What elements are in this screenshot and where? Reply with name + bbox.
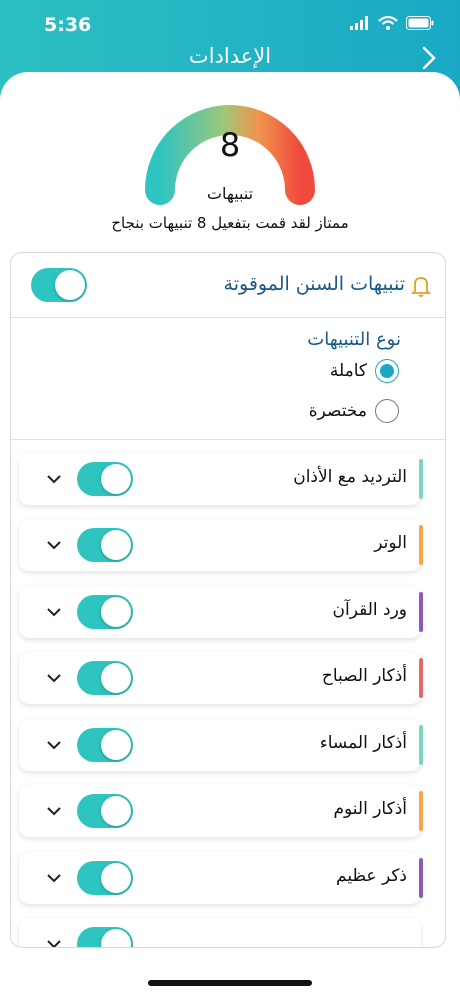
success-message: ممتاز لقد قمت بتفعيل 8 تنبيهات بنجاح — [111, 214, 349, 232]
item-color-bar — [419, 459, 423, 499]
radio-button[interactable] — [375, 399, 399, 423]
item-color-bar — [419, 725, 423, 765]
list-item[interactable]: ذكر عظيم — [19, 852, 423, 904]
item-toggle[interactable] — [77, 595, 133, 629]
bell-icon — [411, 277, 431, 297]
list-item-partial[interactable] — [19, 918, 421, 948]
status-icons — [350, 16, 434, 30]
divider — [11, 439, 445, 440]
settings-panel: تنبيهات السنن الموقوتة نوع التنبيهات كام… — [10, 252, 446, 948]
chevron-down-icon[interactable] — [47, 807, 61, 816]
radio-label-full: كاملة — [329, 361, 367, 381]
item-color-bar — [419, 658, 423, 698]
wifi-icon — [378, 16, 398, 30]
item-label: ذكر عظيم — [336, 866, 407, 886]
item-label: أذكار النوم — [333, 799, 407, 819]
chevron-down-icon[interactable] — [47, 475, 61, 484]
list-item[interactable]: أذكار المساء — [19, 719, 423, 771]
toggle-knob — [101, 530, 131, 560]
toggle-knob — [101, 663, 131, 693]
radio-button-selected[interactable] — [375, 359, 399, 383]
chevron-down-icon[interactable] — [47, 940, 61, 948]
cellular-icon — [350, 16, 368, 30]
item-toggle[interactable] — [77, 728, 133, 762]
item-label: ورد القرآن — [332, 600, 407, 620]
status-time: 5:36 — [44, 14, 92, 36]
home-indicator — [148, 980, 312, 986]
radio-option-full[interactable]: كاملة — [330, 359, 399, 383]
alerts-type-title: نوع التنبيهات — [307, 329, 401, 350]
back-chevron-icon[interactable] — [418, 44, 438, 72]
radio-option-short[interactable]: مختصرة — [309, 399, 399, 423]
section-header: تنبيهات السنن الموقوتة — [11, 253, 445, 318]
toggle-knob — [101, 464, 131, 494]
item-label: أذكار الصباح — [321, 666, 407, 686]
item-color-bar — [419, 592, 423, 632]
item-color-bar — [419, 525, 423, 565]
list-item[interactable]: أذكار الصباح — [19, 652, 423, 704]
item-toggle[interactable] — [77, 927, 133, 947]
list-item[interactable]: الوتر — [19, 519, 423, 571]
battery-icon — [406, 16, 434, 30]
chevron-down-icon[interactable] — [47, 741, 61, 750]
page-title: الإعدادات — [188, 44, 272, 68]
list-item[interactable]: ورد القرآن — [19, 586, 423, 638]
item-toggle[interactable] — [77, 794, 133, 828]
section-title: تنبيهات السنن الموقوتة — [223, 273, 405, 295]
item-label: الوتر — [374, 533, 407, 553]
toggle-knob — [55, 270, 85, 300]
item-color-bar — [419, 791, 423, 831]
toggle-knob — [101, 730, 131, 760]
toggle-knob — [101, 597, 131, 627]
toggle-knob — [101, 796, 131, 826]
chevron-down-icon[interactable] — [47, 674, 61, 683]
item-color-bar — [419, 858, 423, 898]
list-item[interactable]: أذكار النوم — [19, 785, 423, 837]
list-item[interactable]: الترديد مع الأذان — [19, 453, 423, 505]
item-label: الترديد مع الأذان — [293, 467, 407, 487]
chevron-down-icon[interactable] — [47, 608, 61, 617]
item-toggle[interactable] — [77, 528, 133, 562]
item-toggle[interactable] — [77, 661, 133, 695]
chevron-down-icon[interactable] — [47, 541, 61, 550]
radio-label-short: مختصرة — [308, 401, 367, 421]
gauge-label: تنبيهات — [206, 184, 254, 203]
toggle-knob — [101, 863, 131, 893]
item-toggle[interactable] — [77, 462, 133, 496]
section-toggle[interactable] — [31, 268, 87, 302]
item-toggle[interactable] — [77, 861, 133, 895]
chevron-down-icon[interactable] — [47, 874, 61, 883]
gauge-value: 8 — [219, 126, 241, 164]
item-label: أذكار المساء — [319, 733, 407, 753]
toggle-knob — [101, 929, 131, 947]
